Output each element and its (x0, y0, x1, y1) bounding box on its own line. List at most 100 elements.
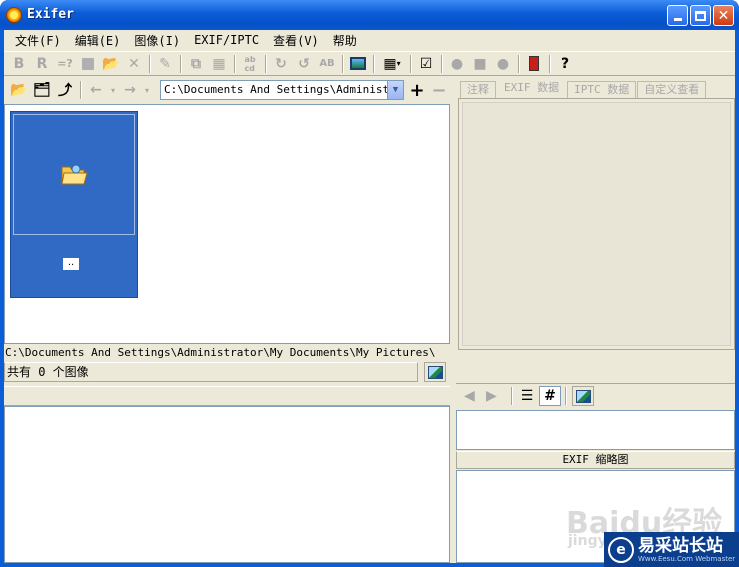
image-count: 共有 0 个图像 (4, 362, 418, 382)
exit-door-icon[interactable] (523, 54, 545, 74)
toolbar-separator (565, 386, 567, 405)
new-folder-icon[interactable]: 🗂 (31, 80, 53, 100)
compare-button[interactable]: =? (54, 54, 76, 74)
path-combo[interactable]: C:\Documents And Settings\Administrator\… (160, 80, 404, 100)
maximize-button[interactable] (690, 5, 711, 26)
open-folder-icon[interactable]: 📂 (8, 80, 30, 100)
text-image-icon[interactable]: AB (316, 54, 338, 74)
abc-icon[interactable]: ab cd (239, 54, 261, 74)
forward-dropdown-icon[interactable]: ▾ (142, 80, 152, 100)
up-folder-icon[interactable]: ⤴ (54, 80, 76, 100)
folder-icon (61, 164, 88, 185)
title-bar[interactable]: Exifer ✕ (0, 0, 739, 30)
toolbar-separator (234, 54, 236, 73)
menu-help[interactable]: 帮助 (326, 32, 364, 49)
splitter[interactable] (4, 386, 450, 406)
tab-exif-data[interactable]: EXIF 数据 (497, 79, 567, 98)
thumb-toolbar: ◀ ▶ ☰ # (456, 383, 735, 407)
toolbar-separator (373, 54, 375, 73)
toolbar-separator (518, 54, 520, 73)
stop-icon[interactable] (77, 54, 99, 74)
browser-pane: 📂 🗂 ⤴ ← ▾ → ▾ C:\Documents And Settings\… (4, 77, 450, 563)
toolbar-separator (80, 81, 82, 99)
info-pane: 注释 EXIF 数据 IPTC 数据 自定义查看 ◀ ▶ ☰ # EXIF 缩略… (456, 77, 735, 563)
toolbar-separator (441, 54, 443, 73)
copy-icon[interactable]: ⧉ (185, 54, 207, 74)
image-icon (576, 389, 591, 403)
tab-custom-view[interactable]: 自定义查看 (637, 81, 707, 98)
current-path: C:\Documents And Settings\Administrator\… (5, 346, 436, 359)
help-icon[interactable]: ? (554, 54, 576, 74)
path-bar: 📂 🗂 ⤴ ← ▾ → ▾ C:\Documents And Settings\… (4, 77, 450, 103)
checklist-icon[interactable]: ☑ (415, 54, 437, 74)
app-icon (6, 7, 22, 23)
thumbnail-frame (13, 114, 135, 235)
view-mode-icon[interactable]: ▦ ▾ (378, 54, 406, 74)
menu-file[interactable]: 文件(F) (8, 32, 68, 49)
slideshow-icon[interactable] (347, 54, 369, 74)
rotate-right-icon[interactable]: ↺ (293, 54, 315, 74)
main-toolbar: B R =? 📂 ✕ ✎ ⧉ ▦ abcd ↻ ↺ AB ▦▾ ☑ ● ■ (4, 51, 735, 76)
brand-url: Www.Eesu.Com Webmaster (638, 554, 736, 563)
rotate-left-icon[interactable]: ↻ (270, 54, 292, 74)
image-icon (428, 366, 443, 379)
toolbar-separator (149, 54, 151, 73)
square-icon[interactable]: ■ (469, 54, 491, 74)
toolbar-separator (511, 386, 513, 405)
prev-arrow-icon[interactable]: ◀ (464, 388, 486, 404)
exif-summary[interactable] (456, 410, 735, 450)
menu-edit[interactable]: 编辑(E) (68, 32, 128, 49)
list-view-icon[interactable]: ☰ (516, 386, 538, 406)
edit-icon[interactable]: ✎ (154, 54, 176, 74)
bold-b-button[interactable]: B (8, 54, 30, 74)
hex-view-icon[interactable]: # (539, 385, 561, 406)
delete-icon[interactable]: ✕ (123, 54, 145, 74)
toolbar-separator (265, 54, 267, 73)
window-title: Exifer (27, 7, 74, 22)
table-icon[interactable]: ▦ (208, 54, 230, 74)
log-panel[interactable] (4, 406, 450, 563)
maximize-icon (695, 10, 706, 21)
toolbar-separator (180, 54, 182, 73)
parent-folder-thumbnail[interactable]: .. (10, 111, 138, 298)
menu-image[interactable]: 图像(I) (127, 32, 187, 49)
tab-comment[interactable]: 注释 (460, 81, 496, 98)
tab-strip: 注释 EXIF 数据 IPTC 数据 自定义查看 (456, 78, 735, 98)
preview-button[interactable] (424, 362, 446, 382)
circle-icon[interactable]: ● (492, 54, 514, 74)
brand-logo-icon: e (608, 536, 634, 563)
open-folder-icon[interactable]: 📂 (100, 54, 122, 74)
tab-panel (458, 98, 735, 350)
exif-thumbnail-header: EXIF 缩略图 (456, 451, 735, 469)
brand-name: 易采站长站 (638, 535, 723, 556)
tab-iptc-data[interactable]: IPTC 数据 (567, 81, 637, 98)
chevron-down-icon[interactable]: ▼ (387, 81, 403, 99)
menu-exif-iptc[interactable]: EXIF/IPTC (187, 33, 266, 47)
toolbar-separator (410, 54, 412, 73)
remove-icon[interactable]: − (428, 80, 450, 101)
close-icon: ✕ (717, 7, 730, 24)
menu-bar: 文件(F) 编辑(E) 图像(I) EXIF/IPTC 查看(V) 帮助 (4, 30, 735, 50)
forward-arrow-icon[interactable]: → (119, 80, 141, 100)
minimize-button[interactable] (667, 5, 688, 26)
toolbar-separator (549, 54, 551, 73)
path-combo-value: C:\Documents And Settings\Administrator\… (164, 83, 403, 96)
bold-r-button[interactable]: R (31, 54, 53, 74)
next-arrow-icon[interactable]: ▶ (486, 388, 508, 404)
toolbar-separator (342, 54, 344, 73)
minimize-icon (673, 18, 682, 21)
main-window: Exifer ✕ 文件(F) 编辑(E) 图像(I) EXIF/IPTC 查看(… (0, 0, 739, 567)
brand-badge: e 易采站长站 Www.Eesu.Com Webmaster (604, 532, 739, 567)
client-area: 文件(F) 编辑(E) 图像(I) EXIF/IPTC 查看(V) 帮助 B R… (4, 30, 735, 563)
status-bar: 共有 0 个图像 (4, 361, 450, 383)
back-dropdown-icon[interactable]: ▾ (108, 80, 118, 100)
thumbnail-label: .. (63, 258, 79, 270)
close-button[interactable]: ✕ (713, 5, 734, 26)
add-icon[interactable]: + (406, 80, 428, 101)
globe-icon[interactable]: ● (446, 54, 468, 74)
file-list[interactable]: .. (4, 104, 450, 344)
exif-data-grid[interactable] (462, 102, 731, 346)
back-arrow-icon[interactable]: ← (85, 80, 107, 100)
thumbnail-preview-button[interactable] (572, 385, 594, 406)
menu-view[interactable]: 查看(V) (266, 32, 326, 49)
